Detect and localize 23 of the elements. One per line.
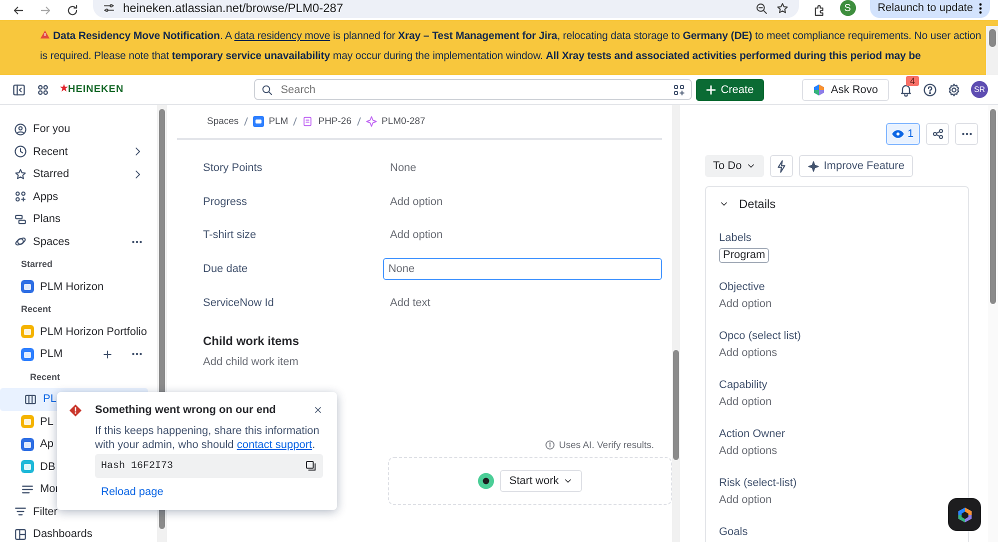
- field-label: Objective: [719, 280, 766, 293]
- field-label: Opco (select list): [719, 329, 802, 342]
- ai-note: Uses AI. Verify results.: [558, 440, 654, 451]
- error-title: Something went wrong on our end: [95, 404, 276, 416]
- field-label: Capability: [719, 378, 768, 391]
- section-heading: Starred: [20, 258, 54, 272]
- hash-text: Hash 16F2I73: [101, 460, 174, 472]
- error-message: If this keeps happening, share this information with your admin, who should contact support.: [95, 424, 320, 452]
- field-label: Progress: [203, 196, 248, 208]
- field-label: Action Owner: [719, 427, 786, 440]
- section-heading: Recent: [20, 303, 52, 316]
- section-title: Details: [739, 197, 776, 211]
- section-title: Child work items: [203, 334, 300, 348]
- field-label: ServiceNow Id: [203, 297, 275, 310]
- notification-text: Data Residency Move Notification. A data residency move is planned for Xray – Test Management for Jira, relocating data storage to Germany (DE) to meet compliance requirements. No user action is required. Please note that temporary service unavailability may occur during the implementation window. All Xray tests and associated activities performed during this period may be: [40, 29, 982, 64]
- section-heading: Recent: [29, 370, 62, 384]
- field-label: Goals: [719, 525, 749, 538]
- field-label: T-shirt size: [203, 229, 258, 242]
- field-label: Due date: [203, 263, 249, 276]
- field-label: Labels: [719, 231, 752, 244]
- notification-count: 4: [906, 76, 920, 86]
- field-label: Story Points: [203, 162, 264, 174]
- field-label: Risk (select-list): [719, 476, 798, 489]
